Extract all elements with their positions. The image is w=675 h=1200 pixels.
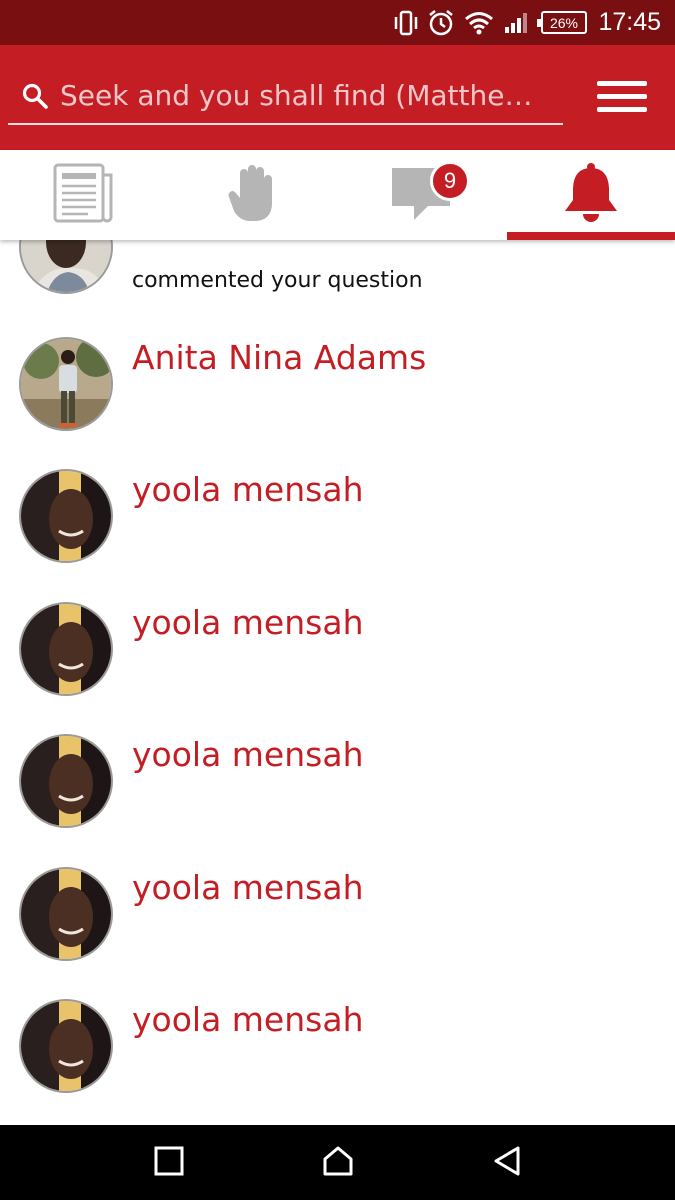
avatar — [19, 469, 113, 563]
avatar — [19, 734, 113, 828]
home-button[interactable] — [308, 1143, 368, 1183]
bell-icon — [562, 162, 620, 228]
notification-item[interactable]: yoola mensah — [0, 733, 675, 865]
tab-messages[interactable] — [337, 150, 505, 240]
notification-list: commented your question Anita Nina Adams… — [0, 240, 675, 1125]
vibrate-icon — [392, 9, 420, 37]
avatar — [19, 337, 113, 431]
notification-author: yoola mensah — [132, 603, 364, 642]
wifi-icon — [463, 9, 495, 37]
app-bar — [0, 45, 675, 150]
avatar — [19, 999, 113, 1093]
tab-prayer[interactable] — [168, 150, 336, 240]
notification-item[interactable]: Anita Nina Adams — [0, 336, 675, 468]
battery-level: 26% — [549, 14, 579, 31]
tab-notifications[interactable] — [507, 150, 675, 240]
avatar — [19, 240, 113, 294]
status-bar: 26% 17:45 — [0, 0, 675, 45]
tab-news[interactable] — [0, 150, 168, 240]
menu-icon — [597, 81, 647, 86]
notification-author: yoola mensah — [132, 735, 364, 774]
menu-icon-bar — [597, 107, 647, 112]
notification-author: yoola mensah — [132, 470, 364, 509]
avatar — [19, 867, 113, 961]
recents-button[interactable] — [139, 1143, 199, 1183]
back-icon — [492, 1145, 522, 1181]
clock: 17:45 — [598, 8, 661, 36]
notification-author: yoola mensah — [132, 868, 364, 907]
notification-item[interactable]: yoola mensah — [0, 998, 675, 1125]
tab-bar: 9 — [0, 150, 675, 240]
notification-item[interactable]: commented your question — [0, 240, 675, 300]
back-button[interactable] — [477, 1143, 537, 1183]
notification-item[interactable]: yoola mensah — [0, 468, 675, 600]
hand-icon — [226, 163, 278, 227]
newspaper-icon — [53, 163, 115, 227]
notification-author: yoola mensah — [132, 1000, 364, 1039]
search-icon — [22, 83, 48, 109]
search-bar[interactable] — [8, 65, 563, 125]
recents-icon — [154, 1146, 184, 1180]
notification-item[interactable]: yoola mensah — [0, 601, 675, 733]
search-input[interactable] — [60, 75, 555, 115]
avatar — [19, 602, 113, 696]
home-icon — [322, 1145, 354, 1181]
menu-button[interactable] — [592, 77, 648, 117]
alarm-icon — [426, 9, 456, 37]
notification-item[interactable]: yoola mensah — [0, 866, 675, 998]
signal-icon — [502, 9, 530, 37]
system-nav-bar — [0, 1125, 675, 1200]
battery-icon: 26% — [537, 11, 587, 34]
notification-text: commented your question — [132, 268, 423, 293]
notification-author: Anita Nina Adams — [132, 338, 427, 377]
message-count-badge: 9 — [430, 161, 470, 201]
menu-icon-bar — [597, 94, 647, 99]
